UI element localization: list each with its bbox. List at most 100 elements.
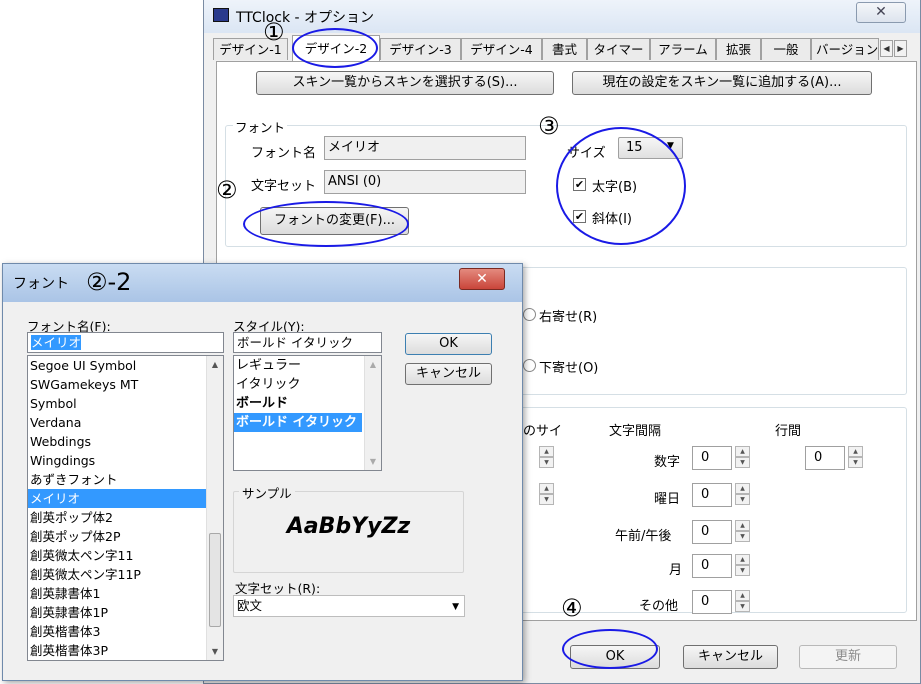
style-item-regular[interactable]: レギュラー <box>234 356 381 375</box>
font-items: Segoe UI Symbol SWGamekeys MT Symbol Verdan… <box>28 356 223 660</box>
select-skin-button[interactable]: スキン一覧からスキンを選択する(S)... <box>256 71 554 95</box>
font-list-scrollbar[interactable]: ▲ ▼ <box>206 356 223 660</box>
digits-spinner-buttons[interactable]: ▲ ▼ <box>735 446 750 468</box>
month-label: 月 <box>669 563 683 578</box>
tab-format[interactable]: 書式 <box>542 38 587 60</box>
tab-general[interactable]: 一般 <box>761 38 811 60</box>
font-list-item[interactable]: あずきフォント <box>28 470 206 489</box>
font-list[interactable]: Segoe UI Symbol SWGamekeys MT Symbol Verdan… <box>27 355 224 661</box>
size-spinner-buttons-1[interactable]: ▲ ▼ <box>539 446 554 468</box>
right-align-radio[interactable] <box>523 308 536 321</box>
font-list-item[interactable]: 創英ポップ体2 <box>28 508 206 527</box>
charset-chevron-down-icon: ▼ <box>452 602 459 612</box>
tab-design-4[interactable]: デザイン-4 <box>461 38 542 60</box>
annotation-label-1: ① <box>263 18 285 46</box>
weekday-spinner-buttons[interactable]: ▲ ▼ <box>735 483 750 505</box>
annotation-circle-2 <box>243 201 409 247</box>
font-dialog-titlebar: フォント ②-2 ✕ <box>3 264 522 302</box>
font-list-item[interactable]: SWGamekeys MT <box>28 375 206 394</box>
options-window-title: TTClock - オプション <box>236 10 375 26</box>
font-list-item[interactable]: 創英隷書体1P <box>28 603 206 622</box>
font-group-label: フォント <box>233 117 288 136</box>
font-list-item[interactable]: Verdana <box>28 413 206 432</box>
font-dialog-cancel-button[interactable]: キャンセル <box>405 363 492 385</box>
font-list-item[interactable]: 創英隷書体1 <box>28 584 206 603</box>
style-scroll-down-icon[interactable]: ▼ <box>365 453 381 470</box>
cancel-button[interactable]: キャンセル <box>683 645 778 669</box>
other-label: その他 <box>639 599 679 614</box>
tab-alarm[interactable]: アラーム <box>650 38 716 60</box>
annotation-label-2-2: ②-2 <box>86 268 132 296</box>
font-list-item[interactable]: 創英ポップ体2P <box>28 527 206 546</box>
font-list-scroll-thumb[interactable] <box>209 533 221 627</box>
scroll-up-icon[interactable]: ▲ <box>207 356 223 373</box>
tab-scroll-left-icon[interactable]: ◀ <box>880 40 893 57</box>
add-skin-button[interactable]: 現在の設定をスキン一覧に追加する(A)... <box>572 71 872 95</box>
style-scroll-up-icon[interactable]: ▲ <box>365 356 381 373</box>
font-name-input-value: メイリオ <box>31 335 82 350</box>
font-dialog-title: フォント <box>13 276 69 292</box>
ampm-spacing-input[interactable]: 0 <box>692 520 732 544</box>
weekday-spacing-input[interactable]: 0 <box>692 483 732 507</box>
tab-design-3[interactable]: デザイン-3 <box>380 38 461 60</box>
line-spacing-label: 行間 <box>775 424 802 439</box>
sample-label: サンプル <box>239 483 295 502</box>
month-spinner-buttons[interactable]: ▲ ▼ <box>735 554 750 576</box>
ampm-label: 午前/午後 <box>615 529 672 544</box>
digits-spacing-input[interactable]: 0 <box>692 446 732 470</box>
sample-text: AaBbYyZz <box>286 514 411 539</box>
font-list-item[interactable]: Segoe UI Symbol <box>28 356 206 375</box>
weekday-label: 曜日 <box>654 492 681 507</box>
line-spacing-input[interactable]: 0 <box>805 446 845 470</box>
style-item-bold[interactable]: ボールド <box>234 394 381 413</box>
scroll-down-icon[interactable]: ▼ <box>207 643 223 660</box>
charset-select-value: 欧文 <box>237 598 263 613</box>
ttclock-app-icon <box>213 8 229 22</box>
line-spacing-spinner-buttons[interactable]: ▲ ▼ <box>848 446 863 468</box>
font-list-item[interactable]: メイリオ <box>28 489 206 508</box>
font-dialog-close-icon[interactable]: ✕ <box>459 268 505 290</box>
style-input[interactable]: ボールド イタリック <box>233 332 382 353</box>
font-dialog-ok-button[interactable]: OK <box>405 333 492 355</box>
font-list-item[interactable]: 創英楷書体3P <box>28 641 206 660</box>
font-list-item[interactable]: 創英微太ペン字11P <box>28 565 206 584</box>
char-spacing-label: 文字間隔 <box>609 424 662 439</box>
font-list-item[interactable]: Symbol <box>28 394 206 413</box>
tab-timer[interactable]: タイマー <box>587 38 650 60</box>
charset-select[interactable]: 欧文 ▼ <box>233 595 465 617</box>
tab-extension[interactable]: 拡張 <box>716 38 761 60</box>
style-list-scrollbar[interactable]: ▲ ▼ <box>364 356 381 470</box>
font-name-field: メイリオ <box>324 136 526 160</box>
font-name-label: フォント名 <box>251 146 317 161</box>
style-item-italic[interactable]: イタリック <box>234 375 381 394</box>
style-list[interactable]: レギュラー イタリック ボールド ボールド イタリック ▲ ▼ <box>233 355 382 471</box>
other-spinner-buttons[interactable]: ▲ ▼ <box>735 590 750 612</box>
font-dialog: フォント ②-2 ✕ フォント名(F): メイリオ Segoe UI Symbo… <box>2 263 523 681</box>
tab-scroll-right-icon[interactable]: ▶ <box>894 40 907 57</box>
annotation-label-2: ② <box>216 176 238 204</box>
other-spacing-input[interactable]: 0 <box>692 590 732 614</box>
annotation-circle-1 <box>292 28 378 68</box>
ampm-spinner-buttons[interactable]: ▲ ▼ <box>735 520 750 542</box>
font-list-item[interactable]: Wingdings <box>28 451 206 470</box>
bottom-align-label: 下寄せ(O) <box>539 361 599 376</box>
style-item-bold-italic[interactable]: ボールド イタリック <box>234 413 362 432</box>
font-list-item[interactable]: 創英楷書体3 <box>28 622 206 641</box>
font-name-input[interactable]: メイリオ <box>27 332 224 353</box>
bottom-align-radio[interactable] <box>523 359 536 372</box>
annotation-label-4: ④ <box>561 594 583 622</box>
font-list-item[interactable]: 創英微太ペン字11 <box>28 546 206 565</box>
options-titlebar: TTClock - オプション ✕ <box>204 0 920 33</box>
annotation-circle-4 <box>562 629 658 669</box>
update-button[interactable]: 更新 <box>799 645 897 669</box>
month-spacing-input[interactable]: 0 <box>692 554 732 578</box>
size-spinner-buttons-2[interactable]: ▲ ▼ <box>539 483 554 505</box>
tab-version[interactable]: バージョン <box>811 38 879 60</box>
annotation-label-3: ③ <box>538 112 560 140</box>
annotation-circle-3 <box>556 127 686 245</box>
digits-label: 数字 <box>654 455 681 470</box>
close-icon[interactable]: ✕ <box>856 2 906 23</box>
partial-size-label: のサイ <box>523 424 563 439</box>
font-list-item[interactable]: Webdings <box>28 432 206 451</box>
charset-field: ANSI (0) <box>324 170 526 194</box>
